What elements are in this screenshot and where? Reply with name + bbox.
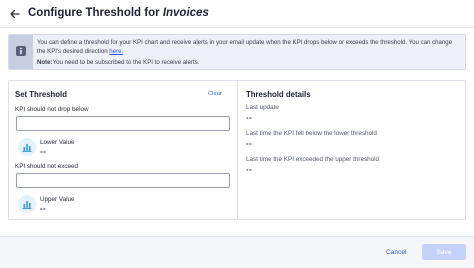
info-banner: You can define a threshold for your KPI … [8, 34, 466, 70]
info-note: Note:You need to be subscribed to the KP… [37, 59, 199, 66]
upper-value: -- [40, 204, 47, 213]
panel-divider [237, 81, 238, 219]
cancel-button[interactable]: Cancel [386, 249, 407, 256]
last-update-value: -- [246, 113, 253, 122]
last-update-label: Last update [246, 104, 279, 111]
last-exceeded-label: Last time the KPI exceeded the upper thr… [246, 156, 380, 163]
upper-threshold-input[interactable] [16, 173, 230, 188]
info-text: You can define a threshold for your KPI … [37, 39, 461, 56]
title-prefix: Configure Threshold for [28, 7, 163, 19]
bar-chart-icon [18, 195, 36, 213]
change-direction-link[interactable]: here. [109, 48, 123, 55]
lower-threshold-input[interactable] [16, 116, 230, 131]
back-arrow-icon[interactable] [8, 7, 22, 21]
page-title: Configure Threshold for Invoices [28, 7, 209, 19]
last-below-label: Last time the KPI fell below the lower t… [246, 130, 377, 137]
last-below-value: -- [246, 139, 253, 148]
info-strip [9, 35, 33, 69]
last-exceeded-value: -- [246, 165, 253, 174]
title-subject: Invoices [162, 7, 209, 19]
threshold-panel: Set Threshold Clear KPI should not drop … [8, 80, 466, 220]
threshold-details-title: Threshold details [246, 90, 311, 99]
upper-field-label: KPI should not exceed [15, 163, 79, 170]
lower-field-label: KPI should not drop below [15, 106, 89, 113]
note-label: Note: [37, 59, 53, 66]
bar-chart-icon [18, 138, 36, 156]
note-text: You need to be subscribed to the KPI to … [52, 59, 200, 66]
clear-button[interactable]: Clear [208, 91, 222, 97]
info-message: You can define a threshold for your KPI … [37, 39, 453, 55]
info-icon [16, 43, 26, 61]
dialog-header: Configure Threshold for Invoices [0, 0, 474, 28]
lower-value-label: Lower Value [40, 139, 75, 146]
set-threshold-title: Set Threshold [15, 90, 67, 99]
upper-value-label: Upper Value [40, 196, 75, 203]
save-button[interactable]: Save [422, 244, 466, 260]
lower-value: -- [40, 147, 47, 156]
